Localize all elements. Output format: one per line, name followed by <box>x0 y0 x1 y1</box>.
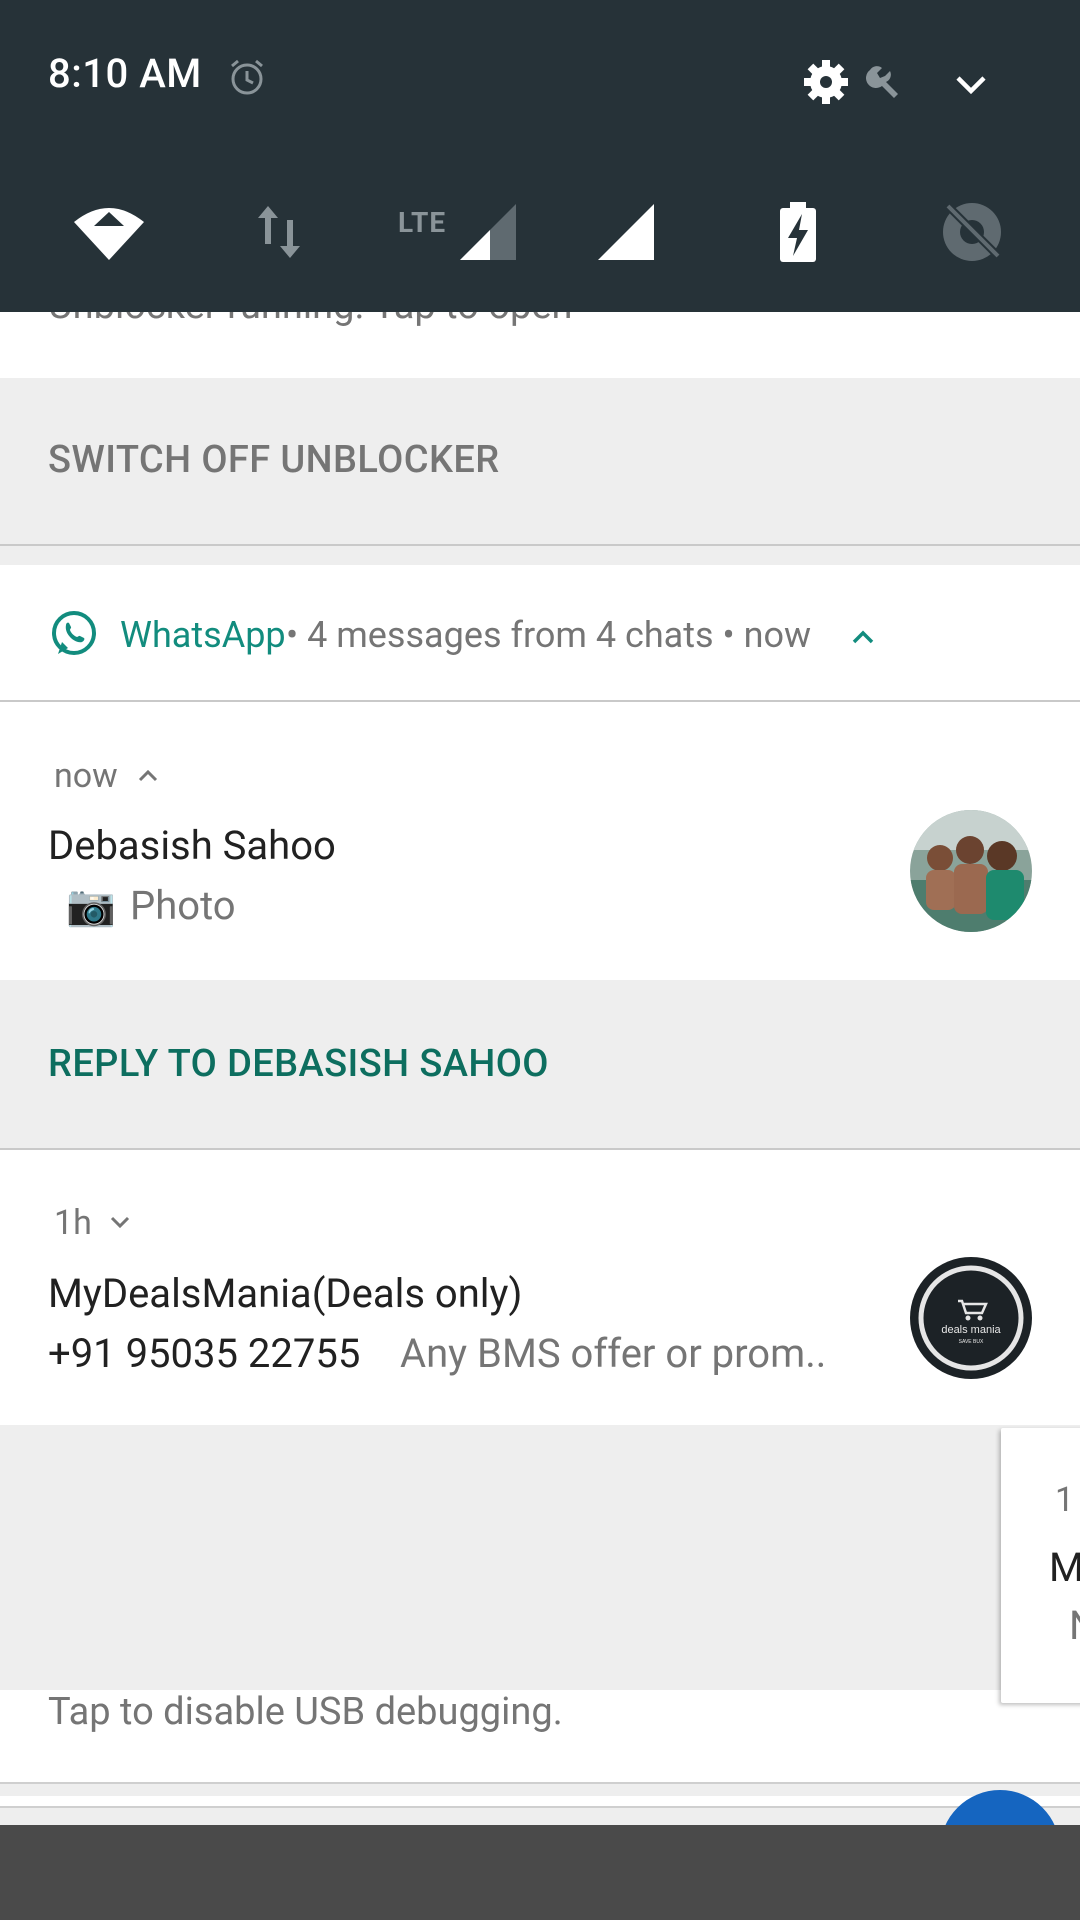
avatar-logo-text: deals mania <box>941 1324 1001 1336</box>
whatsapp-summary: • 4 messages from 4 chats • now <box>286 614 812 656</box>
sender-name: MyDealsMania(Deals only) <box>48 1270 523 1317</box>
wrench-icon <box>866 66 898 98</box>
sender-phone: +91 95035 22755 <box>48 1330 361 1377</box>
usb-debugging-text: Tap to disable USB debugging. <box>48 1690 563 1734</box>
card-gap <box>0 546 1080 565</box>
location-off-icon[interactable] <box>940 200 1004 264</box>
quick-settings-header: 8:10 AM LTE <box>0 0 1080 312</box>
avatar: deals mania SAVE BUX <box>910 1257 1032 1379</box>
side-card-title: M <box>1049 1544 1080 1591</box>
usb-debugging-notification[interactable]: Tap to disable USB debugging. <box>0 1690 1080 1784</box>
chevron-down-icon[interactable] <box>108 1210 132 1234</box>
message-time: now <box>54 756 118 796</box>
chevron-up-icon[interactable] <box>850 624 876 650</box>
avatar-logo-subtext: SAVE BUX <box>959 1339 984 1345</box>
lte-signal-icon[interactable] <box>456 200 520 264</box>
stacked-card-edge <box>0 1796 1080 1808</box>
reply-button[interactable]: REPLY TO DEBASISH SAHOO <box>48 1042 549 1086</box>
settings-icon[interactable] <box>800 56 852 108</box>
switch-off-unblocker-button[interactable]: SWITCH OFF UNBLOCKER <box>48 438 500 482</box>
battery-charging-icon[interactable] <box>776 200 820 264</box>
message-time: 1h <box>54 1203 92 1243</box>
chevron-up-icon[interactable] <box>136 764 160 788</box>
whatsapp-app-name: WhatsApp <box>120 614 286 656</box>
cell-signal-icon[interactable] <box>594 200 658 264</box>
lte-label: LTE <box>398 206 447 239</box>
sender-name: Debasish Sahoo <box>48 822 336 869</box>
clock: 8:10 AM <box>48 50 202 97</box>
unblocker-action-bar: SWITCH OFF UNBLOCKER <box>0 378 1080 546</box>
wifi-icon[interactable] <box>72 200 146 264</box>
scrim <box>0 1825 1080 1920</box>
side-card-snippet: N <box>1069 1602 1080 1649</box>
whatsapp-icon <box>52 611 96 655</box>
avatar <box>910 810 1032 932</box>
data-transfer-icon[interactable] <box>254 200 304 264</box>
side-card-time: 1 <box>1055 1480 1075 1520</box>
message-snippet: Any BMS offer or prom.. <box>400 1330 827 1377</box>
expand-chevron-icon[interactable] <box>950 64 992 106</box>
camera-emoji-icon: 📷 <box>66 882 116 929</box>
swiped-notification-card[interactable]: 1 M N <box>1001 1428 1080 1703</box>
message-snippet: Photo <box>130 882 236 929</box>
alarm-icon <box>231 59 263 95</box>
